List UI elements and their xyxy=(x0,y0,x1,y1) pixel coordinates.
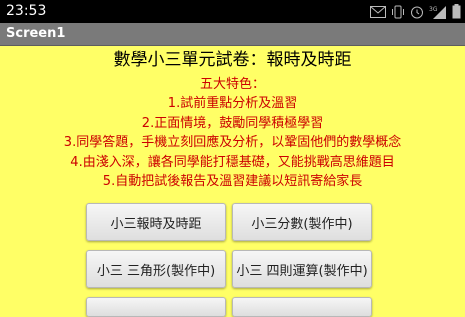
svg-text:3G: 3G xyxy=(429,6,438,13)
feature-item: 2.正面情境，鼓勵同學積極學習 xyxy=(141,115,324,131)
battery-icon xyxy=(452,4,461,19)
title-bar: Screen1 xyxy=(0,23,465,46)
features-title: 五大特色： xyxy=(199,77,265,92)
feature-item: 3.同學答題，手機立刻回應及分析，以鞏固他們的數學概念 xyxy=(63,135,402,151)
triangles-button[interactable]: 小三 三角形(製作中) xyxy=(86,250,226,288)
status-time: 23:53 xyxy=(6,3,47,19)
page-heading: 數學小三單元試卷：報時及時距 xyxy=(113,50,352,70)
features-list: 五大特色： 1.試前重點分析及溫習 2.正面情境，鼓勵同學積極學習 3.同學答題… xyxy=(0,75,465,191)
feature-item: 5.自動把試後報告及溫習建議以短訊寄給家長 xyxy=(102,174,363,190)
status-bar: 23:53 3G xyxy=(0,0,465,23)
signal-3g-icon: 3G xyxy=(429,5,446,19)
time-and-duration-button[interactable]: 小三報時及時距 xyxy=(86,203,226,241)
feature-item: 1.試前重點分析及溫習 xyxy=(167,96,298,112)
more-unit-button-left[interactable] xyxy=(86,297,226,317)
vibrate-icon xyxy=(392,5,404,18)
four-operations-button[interactable]: 小三 四則運算(製作中) xyxy=(232,250,372,288)
feature-item: 4.由淺入深，讓各同學能打穩基礎，又能挑戰高思維題目 xyxy=(70,154,395,170)
alarm-icon xyxy=(411,6,423,18)
more-unit-button-right[interactable] xyxy=(232,297,372,317)
mail-icon xyxy=(370,5,386,18)
screen-title: Screen1 xyxy=(6,26,66,41)
status-icons: 3G xyxy=(370,3,461,20)
fractions-button[interactable]: 小三分數(製作中) xyxy=(232,203,372,241)
